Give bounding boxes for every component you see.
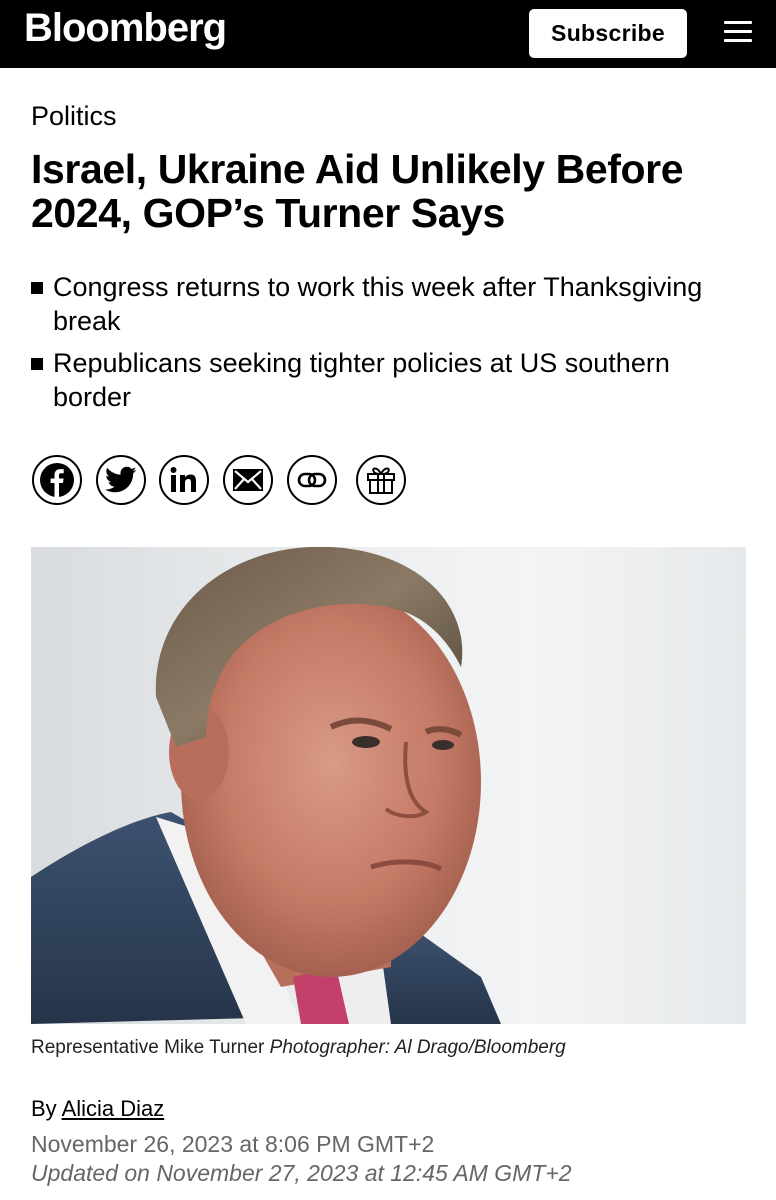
twitter-icon [105, 466, 137, 493]
article-headline: Israel, Ukraine Aid Unlikely Before 2024… [31, 146, 684, 236]
twitter-share-button[interactable] [96, 455, 146, 505]
gift-article-button[interactable] [356, 455, 406, 505]
linkedin-icon [170, 467, 196, 492]
published-date: November 26, 2023 at 8:06 PM GMT+2 [31, 1131, 435, 1157]
email-icon [233, 469, 263, 491]
caption-credit: Photographer: Al Drago/Bloomberg [269, 1037, 566, 1058]
bloomberg-logo[interactable]: Bloomberg [24, 6, 227, 51]
subscribe-button[interactable]: Subscribe [529, 9, 687, 58]
article-photo [31, 547, 746, 1024]
bullet-square-icon [31, 358, 43, 370]
linkedin-share-button[interactable] [159, 455, 209, 505]
facebook-share-button[interactable] [32, 455, 82, 505]
byline-prefix: By [31, 1096, 57, 1121]
portrait-illustration [31, 547, 501, 1024]
summary-bullet-text: Congress returns to work this week after… [53, 272, 703, 336]
summary-bullet: Congress returns to work this week after… [31, 270, 751, 338]
hamburger-menu-icon[interactable] [724, 21, 752, 47]
author-link[interactable]: Alicia Diaz [62, 1096, 165, 1121]
gift-icon [367, 467, 395, 494]
article-summary-list: Congress returns to work this week after… [31, 270, 751, 422]
copy-link-button[interactable] [287, 455, 337, 505]
facebook-icon [40, 463, 74, 497]
byline: By Alicia Diaz [31, 1096, 164, 1122]
photo-caption: Representative Mike Turner Photographer:… [31, 1037, 566, 1059]
link-icon [297, 472, 327, 488]
caption-subject: Representative Mike Turner [31, 1037, 265, 1058]
summary-bullet-text: Republicans seeking tighter policies at … [53, 348, 670, 412]
updated-date: Updated on November 27, 2023 at 12:45 AM… [31, 1160, 572, 1186]
bullet-square-icon [31, 282, 43, 294]
share-toolbar [0, 455, 776, 511]
summary-bullet: Republicans seeking tighter policies at … [31, 346, 751, 414]
section-label[interactable]: Politics [31, 101, 117, 132]
top-navigation-bar: Bloomberg Subscribe [0, 0, 776, 68]
email-share-button[interactable] [223, 455, 273, 505]
